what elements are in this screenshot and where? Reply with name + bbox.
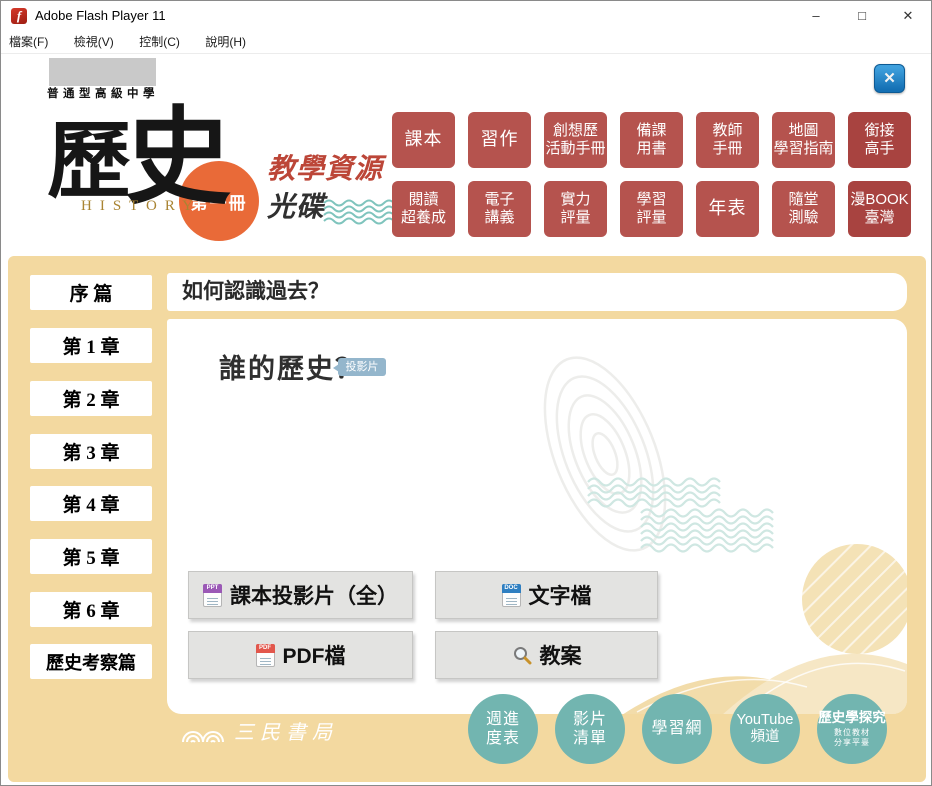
- minimize-button[interactable]: –: [793, 1, 839, 31]
- menu-item-control[interactable]: 控制(C): [139, 31, 180, 54]
- history-inquiry-circle-button[interactable]: 歷史學探究 數位教材 分享平臺: [817, 694, 887, 764]
- sidebar-item-chapter-4[interactable]: 第 4 章: [30, 486, 152, 521]
- ppt-file-icon: PPT: [203, 583, 222, 607]
- flash-player-window: Adobe Flash Player 11 – □ ✕ 檔案(F) 檢視(V) …: [0, 0, 932, 786]
- pdf-file-icon: PDF: [255, 643, 275, 667]
- file-button-label: 課本投影片（全）: [230, 585, 398, 608]
- menu-item-file[interactable]: 檔案(F): [9, 31, 48, 54]
- menu-bar: 檔案(F) 檢視(V) 控制(C) 說明(H): [1, 31, 931, 54]
- window-controls: – □ ✕: [793, 1, 931, 31]
- youtube-channel-circle-button[interactable]: YouTube 頻道: [730, 694, 800, 764]
- learning-site-circle-button[interactable]: 學習網: [642, 694, 712, 764]
- resource-button-prep-book[interactable]: 備課 用書: [620, 112, 683, 168]
- window-title: Adobe Flash Player 11: [35, 8, 166, 23]
- magnifier-icon: [513, 647, 531, 665]
- file-button-label: 文字檔: [528, 585, 592, 608]
- textbook-slides-all-button[interactable]: PPT 課本投影片（全）: [188, 571, 413, 619]
- video-list-circle-button[interactable]: 影片 清單: [555, 694, 625, 764]
- menu-item-view[interactable]: 檢視(V): [74, 31, 114, 54]
- resource-title-line2: 光碟: [267, 191, 326, 222]
- publisher-arches-icon: [182, 731, 224, 743]
- subject-title: 歷史: [47, 101, 237, 211]
- resource-button-reading[interactable]: 閱讀 超養成: [392, 181, 455, 237]
- resource-button-electure[interactable]: 電子 講義: [468, 181, 531, 237]
- history-inquiry-subtitle: 數位教材 分享平臺: [834, 728, 870, 748]
- resource-button-textbook[interactable]: 課本: [392, 112, 455, 168]
- main-content-area: 誰的歷史？ 投影片 PPT 課本投影片（全） DOC 文字檔 PDF PDF檔 …: [167, 319, 907, 714]
- sidebar-item-chapter-2[interactable]: 第 2 章: [30, 381, 152, 416]
- lesson-plan-button[interactable]: 教案: [435, 631, 658, 679]
- sidebar-item-chapter-6[interactable]: 第 6 章: [30, 592, 152, 627]
- text-file-button[interactable]: DOC 文字檔: [435, 571, 658, 619]
- resource-button-bridging-expert[interactable]: 銜接 高手: [848, 112, 911, 168]
- resource-button-comic-taiwan[interactable]: 漫BOOK 臺灣: [848, 181, 911, 237]
- wave-motif-icon: [323, 199, 395, 225]
- sidebar-item-chapter-5[interactable]: 第 5 章: [30, 539, 152, 574]
- resource-button-timeline[interactable]: 年表: [696, 181, 759, 237]
- resource-button-workbook[interactable]: 習作: [468, 112, 531, 168]
- resource-button-quiz[interactable]: 隨堂 測驗: [772, 181, 835, 237]
- resource-button-grid: 課本 習作 創想歷 活動手冊 備課 用書 教師 手冊 地圖 學習指南 銜接 高手…: [392, 112, 911, 237]
- resource-title-line1: 教學資源: [267, 153, 384, 184]
- weekly-schedule-circle-button[interactable]: 週進 度表: [468, 694, 538, 764]
- resource-button-ability-test[interactable]: 實力 評量: [544, 181, 607, 237]
- file-button-label: PDF檔: [282, 645, 346, 668]
- sidebar-item-chapter-1[interactable]: 第 1 章: [30, 328, 152, 363]
- publisher-name: 三民書局: [234, 722, 338, 744]
- publisher-logo-blurred: [49, 58, 156, 86]
- resource-button-teacher-manual[interactable]: 教師 手冊: [696, 112, 759, 168]
- subject-title-english: HISTORY: [81, 198, 201, 214]
- title-bar: Adobe Flash Player 11 – □ ✕: [1, 1, 931, 31]
- slides-badge: 投影片: [333, 358, 386, 376]
- doc-file-icon-label: DOC: [501, 583, 521, 593]
- flash-player-icon: [11, 8, 27, 24]
- menu-item-help[interactable]: 說明(H): [205, 31, 246, 54]
- resource-button-learning-test[interactable]: 學習 評量: [620, 181, 683, 237]
- close-button[interactable]: ✕: [885, 1, 931, 31]
- ppt-file-icon-label: PPT: [203, 583, 222, 593]
- sidebar-item-preface[interactable]: 序 篇: [30, 275, 152, 310]
- doc-file-icon: DOC: [501, 583, 521, 607]
- sidebar-item-field-study[interactable]: 歷史考察篇: [30, 644, 152, 679]
- file-button-label: 教案: [539, 645, 582, 668]
- publisher-logo: 三民書局: [181, 723, 338, 743]
- resource-button-activity-manual[interactable]: 創想歷 活動手冊: [544, 112, 607, 168]
- content-panel: 序 篇 第 1 章 第 2 章 第 3 章 第 4 章 第 5 章 第 6 章 …: [8, 256, 926, 782]
- resource-button-map-guide[interactable]: 地圖 學習指南: [772, 112, 835, 168]
- maximize-button[interactable]: □: [839, 1, 885, 31]
- app-close-button[interactable]: ✕: [874, 64, 905, 93]
- chapter-header: 如何認識過去？: [167, 273, 907, 311]
- sidebar-item-chapter-3[interactable]: 第 3 章: [30, 434, 152, 469]
- pdf-file-button[interactable]: PDF PDF檔: [188, 631, 413, 679]
- history-inquiry-title: 歷史學探究: [818, 709, 886, 725]
- subject-char-1: 歷: [47, 114, 132, 208]
- pdf-file-icon-label: PDF: [255, 643, 275, 653]
